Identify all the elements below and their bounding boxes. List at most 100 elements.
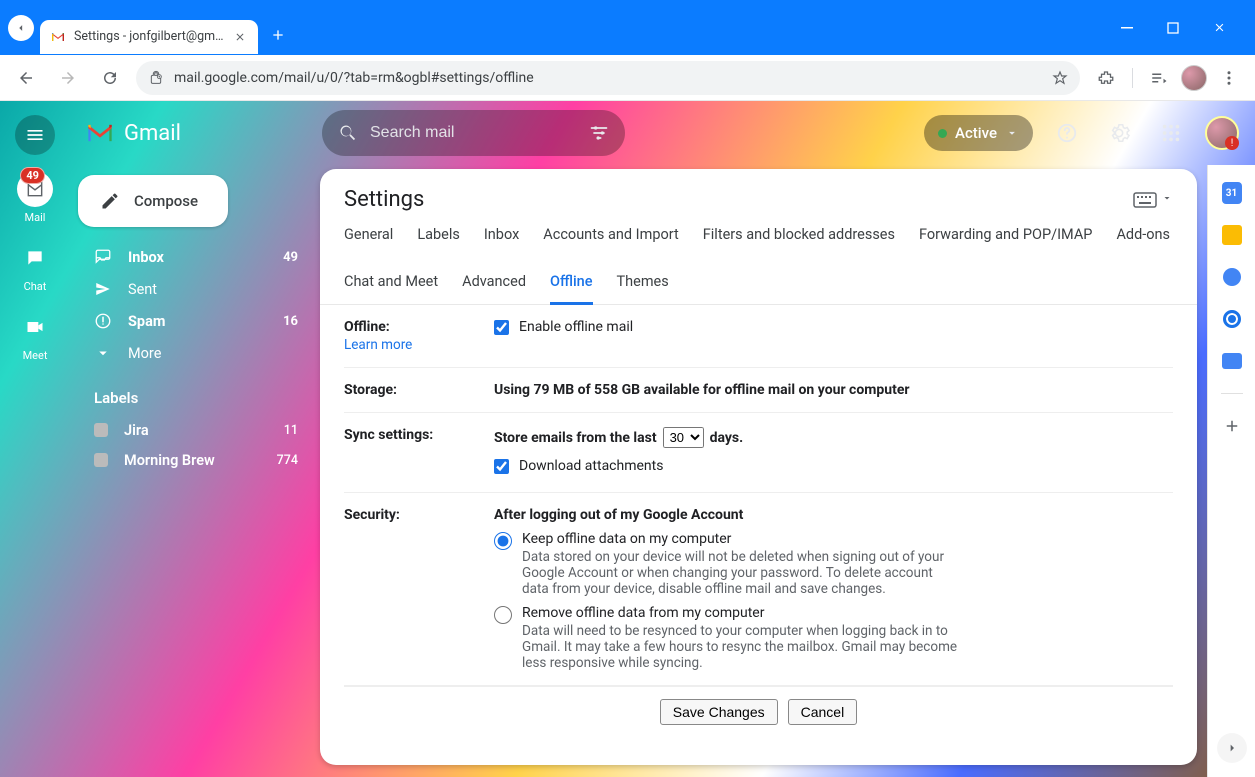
remove-data-radio[interactable] xyxy=(494,606,512,624)
tab-accounts-and-import[interactable]: Accounts and Import xyxy=(543,226,678,255)
download-attachments-checkbox[interactable] xyxy=(494,459,509,474)
contacts-addon[interactable] xyxy=(1222,309,1242,329)
label-item[interactable]: Morning Brew774 xyxy=(78,445,312,475)
chrome-menu-button[interactable] xyxy=(1213,62,1245,94)
keep-addon[interactable] xyxy=(1222,225,1242,245)
settings-title: Settings xyxy=(344,187,424,212)
search-mail[interactable] xyxy=(322,110,625,156)
search-input[interactable] xyxy=(370,124,577,142)
tab-labels[interactable]: Labels xyxy=(417,226,460,255)
tab-forwarding-and-pop-imap[interactable]: Forwarding and POP/IMAP xyxy=(919,226,1092,255)
rail-item-mail[interactable]: 49 Mail xyxy=(17,171,53,224)
sidebar-item-spam[interactable]: Spam 16 xyxy=(78,305,312,337)
label-count: 11 xyxy=(284,423,298,438)
gmail-logo-icon xyxy=(86,122,114,144)
nav-count: 16 xyxy=(283,314,298,329)
download-attachments-label: Download attachments xyxy=(519,458,663,474)
rail-item-chat[interactable]: Chat xyxy=(17,240,53,293)
main-menu-button[interactable] xyxy=(15,115,55,155)
apps-button[interactable] xyxy=(1153,115,1189,151)
side-panel: 31 xyxy=(1207,165,1255,777)
sidebar-item-inbox[interactable]: Inbox49 xyxy=(78,241,312,273)
tab-inbox[interactable]: Inbox xyxy=(484,226,519,255)
site-info-icon[interactable] xyxy=(148,70,164,86)
sync-prefix: Store emails from the last xyxy=(494,430,657,446)
pencil-icon xyxy=(100,191,120,211)
status-selector[interactable]: Active xyxy=(924,115,1033,151)
tab-chat-and-meet[interactable]: Chat and Meet xyxy=(344,273,438,304)
window-maximize-button[interactable] xyxy=(1159,14,1187,42)
back-button[interactable] xyxy=(10,62,42,94)
rail-label: Meet xyxy=(23,349,48,362)
label-color-icon xyxy=(94,423,108,437)
browser-titlebar: Settings - jonfgilbert@gmail.co xyxy=(0,0,1255,55)
calendar-addon[interactable]: 31 xyxy=(1222,183,1242,203)
settings-button[interactable] xyxy=(1101,115,1137,151)
tab-add-ons[interactable]: Add-ons xyxy=(1116,226,1170,255)
search-icon xyxy=(338,123,358,143)
keep-data-desc: Data stored on your device will not be d… xyxy=(522,549,962,597)
gmail-brand[interactable]: Gmail xyxy=(86,121,306,146)
tab-close-button[interactable] xyxy=(232,29,248,45)
sync-suffix: days. xyxy=(710,430,744,446)
input-tools-button[interactable] xyxy=(1133,192,1173,208)
get-addons-button[interactable] xyxy=(1222,416,1242,436)
search-options-icon[interactable] xyxy=(589,123,609,143)
tasks-addon[interactable] xyxy=(1222,267,1242,287)
compose-button[interactable]: Compose xyxy=(78,175,228,227)
compose-label: Compose xyxy=(134,192,198,210)
media-control-button[interactable] xyxy=(1143,62,1175,94)
gmail-sidebar: Compose Inbox49SentSpam16More Labels Jir… xyxy=(70,165,320,777)
toolbar-divider xyxy=(1132,68,1133,88)
cancel-button[interactable]: Cancel xyxy=(788,699,858,725)
settings-panel: Settings General Labels Inbox Accounts and … xyxy=(320,169,1197,765)
rail-label: Mail xyxy=(25,211,46,224)
contacts-icon xyxy=(1223,310,1241,328)
tab-advanced[interactable]: Advanced xyxy=(462,273,526,304)
sidebar-item-more[interactable]: More xyxy=(78,337,312,369)
learn-more-link[interactable]: Learn more xyxy=(344,337,494,353)
tab-search-button[interactable] xyxy=(8,15,34,41)
remove-data-title: Remove offline data from my computer xyxy=(522,605,962,621)
tab-offline[interactable]: Offline xyxy=(550,273,593,305)
calendar-icon: 31 xyxy=(1222,182,1242,204)
bookmark-icon[interactable] xyxy=(1052,70,1068,86)
label-name: Morning Brew xyxy=(124,452,215,469)
chrome-profile-button[interactable] xyxy=(1181,65,1207,91)
sidebar-item-sent[interactable]: Sent xyxy=(78,273,312,305)
tab-filters-and-blocked-addresses[interactable]: Filters and blocked addresses xyxy=(703,226,895,255)
window-close-button[interactable] xyxy=(1205,14,1233,42)
tab-general[interactable]: General xyxy=(344,226,393,255)
meet-addon[interactable] xyxy=(1222,351,1242,371)
keep-icon xyxy=(1222,225,1242,245)
gmail-app: 49 Mail Chat Meet Gmail xyxy=(0,101,1255,777)
new-tab-button[interactable] xyxy=(264,21,292,49)
nav-count: 49 xyxy=(283,250,298,265)
brand-name: Gmail xyxy=(124,121,181,146)
enable-offline-checkbox[interactable] xyxy=(494,320,509,335)
tasks-icon xyxy=(1223,268,1241,286)
chevron-down-icon xyxy=(1005,126,1019,140)
account-button[interactable]: ! xyxy=(1205,116,1239,150)
caret-down-icon xyxy=(1161,192,1173,204)
label-item[interactable]: Jira 11 xyxy=(78,415,312,445)
address-bar[interactable]: mail.google.com/mail/u/0/?tab=rm&ogbl#se… xyxy=(136,61,1080,95)
browser-tab[interactable]: Settings - jonfgilbert@gmail.co xyxy=(40,20,258,54)
keep-data-radio[interactable] xyxy=(494,532,512,550)
window-minimize-button[interactable] xyxy=(1113,14,1141,42)
rail-item-meet[interactable]: Meet xyxy=(17,309,53,362)
nav-label: Spam xyxy=(128,313,165,330)
extensions-button[interactable] xyxy=(1090,62,1122,94)
save-button[interactable]: Save Changes xyxy=(660,699,778,725)
label-name: Jira xyxy=(124,422,149,439)
sync-days-select[interactable]: 30 xyxy=(663,427,704,448)
reload-button[interactable] xyxy=(94,62,126,94)
gmail-favicon xyxy=(50,29,66,45)
tab-title: Settings - jonfgilbert@gmail.co xyxy=(74,29,224,44)
chat-icon xyxy=(25,248,45,268)
security-heading: After logging out of my Google Account xyxy=(494,507,743,523)
forward-button[interactable] xyxy=(52,62,84,94)
hide-side-panel-button[interactable] xyxy=(1217,733,1247,763)
tab-themes[interactable]: Themes xyxy=(617,273,669,304)
support-button[interactable] xyxy=(1049,115,1085,151)
